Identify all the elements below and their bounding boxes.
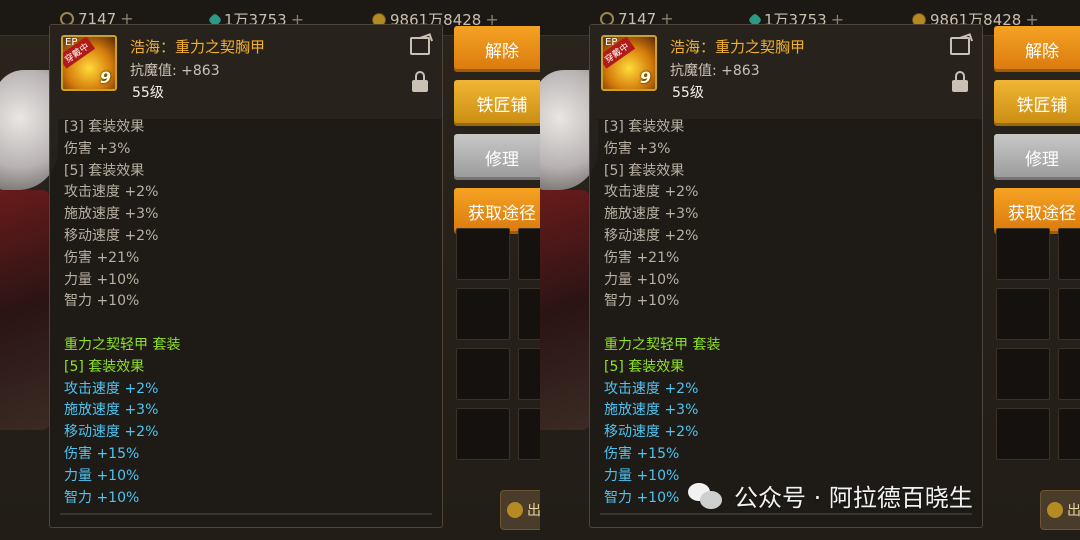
watermark: 公众号 · 阿拉德百晓生 (688, 478, 973, 513)
set-effect-line: 施放速度 +3% (604, 402, 699, 419)
set-effect-line: 伤害 +21% (604, 249, 680, 266)
inventory-slot[interactable] (1058, 288, 1080, 340)
inventory-slot[interactable] (518, 348, 540, 400)
set-effect-line: 智力 +10% (64, 489, 140, 506)
item-stat: 抗魔值: +863 (130, 63, 220, 79)
set-effect-list: [3] 套装效果 伤害 +3% [5] 套装效果 攻击速度 +2% 施放速度 +3% 移动… (604, 117, 964, 509)
set-effect-line: 移动速度 +2% (604, 424, 699, 441)
set-effect-line: 攻击速度 +2% (64, 380, 159, 397)
inventory-slot[interactable] (518, 408, 540, 460)
sell-label: 出 (1067, 503, 1080, 519)
inventory-slot[interactable] (996, 408, 1050, 460)
set-effect-line: 伤害 +15% (604, 445, 680, 462)
share-icon[interactable] (950, 37, 970, 55)
set-effect-line: 智力 +10% (64, 293, 140, 310)
set-effect-line: 攻击速度 +2% (604, 184, 699, 201)
set-effect-line: [5] 套装效果 (604, 358, 685, 375)
wechat-icon (688, 481, 724, 511)
item-level: 55级 (132, 85, 164, 101)
set-effect-line: 力量 +10% (64, 467, 140, 484)
set-effect-line: 攻击速度 +2% (64, 184, 159, 201)
inventory-slot[interactable] (456, 288, 510, 340)
set-effect-line: 伤害 +15% (64, 445, 140, 462)
unequip-button[interactable]: 解除 (454, 26, 540, 72)
item-level: 55级 (672, 85, 704, 101)
lock-icon[interactable] (412, 71, 428, 93)
set-effect-line: 施放速度 +3% (64, 206, 159, 223)
inventory-slot[interactable] (518, 288, 540, 340)
set-effect-line: 重力之契轻甲 套装 (64, 336, 181, 353)
inventory-slot[interactable] (996, 228, 1050, 280)
item-grade-number: 9 (99, 68, 111, 87)
inventory-slot[interactable] (456, 408, 510, 460)
item-name: 浩海：重力之契胸甲 (670, 38, 806, 56)
repair-button[interactable]: 修理 (454, 134, 540, 180)
item-name: 浩海：重力之契胸甲 (130, 38, 266, 56)
character-armor (0, 190, 50, 430)
unequip-button[interactable]: 解除 (994, 26, 1080, 72)
set-effect-line: 移动速度 +2% (64, 424, 159, 441)
blacksmith-button[interactable]: 铁匠铺 (994, 80, 1080, 126)
set-effect-list: [3] 套装效果 伤害 +3% [5] 套装效果 攻击速度 +2% 施放速度 +3% 移动… (64, 117, 424, 509)
set-effect-line: 力量 +10% (604, 271, 680, 288)
set-effect-line: 力量 +10% (64, 271, 140, 288)
set-effect-line: 重力之契轻甲 套装 (604, 336, 721, 353)
set-effect-line: 施放速度 +3% (604, 206, 699, 223)
share-icon[interactable] (410, 37, 430, 55)
set-effect-line: 移动速度 +2% (604, 227, 699, 244)
item-stat: 抗魔值: +863 (670, 63, 760, 79)
blacksmith-button[interactable]: 铁匠铺 (454, 80, 540, 126)
inventory-slot[interactable] (518, 228, 540, 280)
character-armor (540, 190, 590, 430)
set-effect-line: 攻击速度 +2% (604, 380, 699, 397)
inventory-slot[interactable] (1058, 228, 1080, 280)
inventory-slot[interactable] (456, 348, 510, 400)
set-effect-line: [5] 套装效果 (604, 162, 685, 179)
tooltip-scrollbar[interactable] (60, 513, 432, 515)
set-effect-line: [3] 套装效果 (64, 119, 145, 135)
item-tooltip: EP 穿戴中 9 浩海：重力之契胸甲 抗魔值: +863 55级 [3] 套装效… (49, 24, 443, 528)
set-effect-line: [3] 套装效果 (604, 119, 685, 135)
sell-button[interactable]: 出 (500, 490, 540, 530)
set-effect-line: 智力 +10% (604, 293, 680, 310)
sell-label: 出 (527, 503, 540, 519)
equipment-panel-left: 7147 + 1万3753 + 9861万8428 + 解除 铁匠铺 修理 获取… (0, 0, 540, 540)
coin-stack-icon (507, 502, 523, 518)
inventory-grid (456, 228, 540, 468)
inventory-slot[interactable] (1058, 348, 1080, 400)
inventory-grid (996, 228, 1080, 468)
item-grade-number: 9 (639, 68, 651, 87)
item-icon: EP 穿戴中 9 (61, 35, 117, 91)
set-effect-line: 伤害 +21% (64, 249, 140, 266)
lock-icon[interactable] (952, 71, 968, 93)
item-icon: EP 穿戴中 9 (601, 35, 657, 91)
set-effect-line: [5] 套装效果 (64, 162, 145, 179)
set-effect-line: [5] 套装效果 (64, 358, 145, 375)
inventory-slot[interactable] (996, 288, 1050, 340)
item-tooltip: EP 穿戴中 9 浩海：重力之契胸甲 抗魔值: +863 55级 [3] 套装效… (589, 24, 983, 528)
set-effect-line: 施放速度 +3% (64, 402, 159, 419)
inventory-slot[interactable] (1058, 408, 1080, 460)
watermark-text: 公众号 · 阿拉德百晓生 (734, 484, 973, 512)
sell-button[interactable]: 出 (1040, 490, 1080, 530)
repair-button[interactable]: 修理 (994, 134, 1080, 180)
set-effect-line: 伤害 +3% (604, 140, 671, 157)
tooltip-scrollbar[interactable] (600, 513, 972, 515)
equipment-panel-right: 7147 + 1万3753 + 9861万8428 + 解除 铁匠铺 修理 获取… (540, 0, 1080, 540)
set-effect-line: 移动速度 +2% (64, 227, 159, 244)
set-effect-line: 伤害 +3% (64, 140, 131, 157)
inventory-slot[interactable] (996, 348, 1050, 400)
inventory-slot[interactable] (456, 228, 510, 280)
coin-stack-icon (1047, 502, 1063, 518)
